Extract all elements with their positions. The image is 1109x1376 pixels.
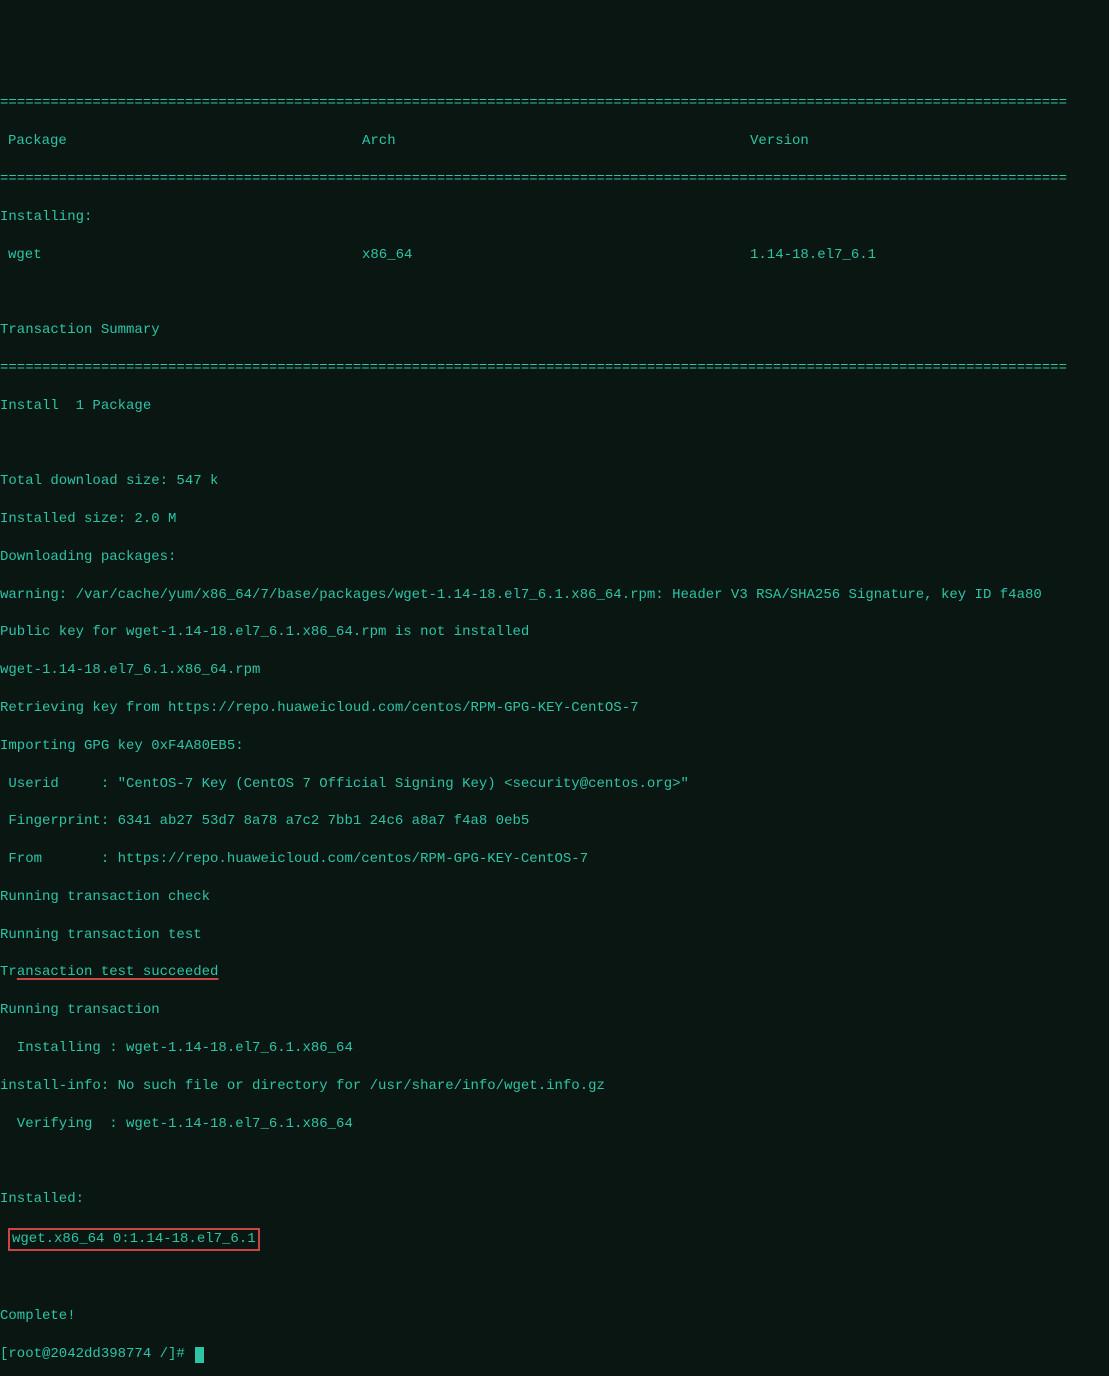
warning-line: warning: /var/cache/yum/x86_64/7/base/pa… [0,586,1109,605]
downloading-label: Downloading packages: [0,548,1109,567]
install-info: install-info: No such file or directory … [0,1077,1109,1096]
blank-line [0,1270,1109,1289]
verifying-pkg: Verifying : wget-1.14-18.el7_6.1.x86_64 [0,1115,1109,1134]
package-arch: x86_64 [362,246,750,265]
installed-size: Installed size: 2.0 M [0,510,1109,529]
tx-running: Running transaction [0,1001,1109,1020]
importing-key: Importing GPG key 0xF4A80EB5: [0,737,1109,756]
blank-line [0,434,1109,453]
installing-label: Installing: [0,208,1109,227]
terminal-output: ========================================… [0,76,1109,1376]
retrieving-key: Retrieving key from https://repo.huaweic… [0,699,1109,718]
pubkey-line: Public key for wget-1.14-18.el7_6.1.x86_… [0,623,1109,642]
rpm-name: wget-1.14-18.el7_6.1.x86_64.rpm [0,661,1109,680]
package-name: wget [0,246,362,265]
tx-check: Running transaction check [0,888,1109,907]
header-arch: Arch [362,132,750,151]
fingerprint-line: Fingerprint: 6341 ab27 53d7 8a78 a7c2 7b… [0,812,1109,831]
download-size: Total download size: 547 k [0,472,1109,491]
blank-line [0,1152,1109,1171]
installed-pkg-line: wget.x86_64 0:1.14-18.el7_6.1 [0,1228,1109,1251]
complete-label: Complete! [0,1307,1109,1326]
package-version: 1.14-18.el7_6.1 [750,246,1109,265]
tx-succeeded-prefix: Tr [0,964,17,980]
prompt-line[interactable]: [root@2042dd398774 /]# [0,1345,1109,1364]
installed-pkg-box: wget.x86_64 0:1.14-18.el7_6.1 [8,1228,260,1251]
header-package: Package [0,132,362,151]
installing-pkg: Installing : wget-1.14-18.el7_6.1.x86_64 [0,1039,1109,1058]
separator-line: ========================================… [0,359,1109,378]
package-row: wgetx86_641.14-18.el7_6.1 [0,246,1109,265]
installed-label: Installed: [0,1190,1109,1209]
transaction-summary: Transaction Summary [0,321,1109,340]
table-header-row: PackageArchVersion [0,132,1109,151]
from-line: From : https://repo.huaweicloud.com/cent… [0,850,1109,869]
header-version: Version [750,132,1109,151]
separator-line: ========================================… [0,94,1109,113]
blank-line [0,283,1109,302]
tx-test: Running transaction test [0,926,1109,945]
tx-succeeded: Transaction test succeeded [0,963,1109,982]
userid-line: Userid : "CentOS-7 Key (CentOS 7 Officia… [0,775,1109,794]
tx-succeeded-text: ansaction test succeeded [17,964,219,980]
cursor [195,1347,204,1363]
install-count: Install 1 Package [0,397,1109,416]
separator-line: ========================================… [0,170,1109,189]
shell-prompt: [root@2042dd398774 /]# [0,1345,193,1364]
